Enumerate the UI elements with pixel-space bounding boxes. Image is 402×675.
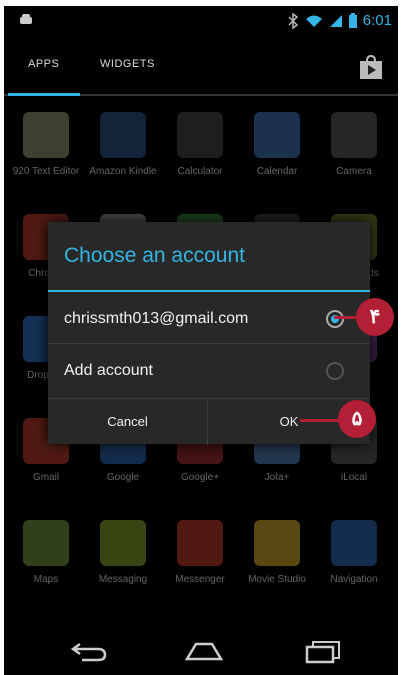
choose-account-dialog: Choose an account chrissmth013@gmail.com… bbox=[48, 222, 370, 445]
app-icon bbox=[331, 112, 377, 158]
app-icon-item[interactable]: Calculator bbox=[164, 112, 236, 178]
app-icon bbox=[177, 112, 223, 158]
app-icon-item[interactable]: Maps bbox=[10, 520, 82, 586]
dialog-title: Choose an account bbox=[64, 244, 245, 267]
app-icon-item[interactable]: Messenger bbox=[164, 520, 236, 586]
app-icon-item[interactable]: Camera bbox=[318, 112, 390, 178]
battery-icon bbox=[348, 13, 357, 28]
app-label: Maps bbox=[33, 574, 59, 585]
signal-icon bbox=[329, 14, 342, 27]
app-label: iLocal bbox=[340, 472, 368, 483]
app-icon bbox=[100, 112, 146, 158]
callout-badge-second: ۵ bbox=[338, 400, 376, 438]
bluetooth-icon bbox=[288, 12, 298, 29]
app-label: Google bbox=[106, 472, 140, 483]
app-icon bbox=[254, 520, 300, 566]
app-icon bbox=[23, 520, 69, 566]
app-drawer-tabs: APPS WIDGETS bbox=[4, 44, 398, 96]
title-divider bbox=[48, 290, 370, 292]
clock: 6:01 bbox=[362, 12, 392, 29]
app-label: Messenger bbox=[175, 574, 225, 585]
app-icon bbox=[177, 520, 223, 566]
navigation-bar bbox=[4, 628, 398, 675]
tab-indicator bbox=[8, 93, 80, 96]
account-option-gmail[interactable]: chrissmth013@gmail.com bbox=[48, 294, 370, 344]
app-label: Camera bbox=[336, 166, 372, 177]
back-icon[interactable] bbox=[70, 640, 108, 662]
app-label: Movie Studio bbox=[248, 574, 306, 585]
app-icon bbox=[254, 112, 300, 158]
recent-apps-icon[interactable] bbox=[304, 640, 342, 664]
app-icon-item[interactable]: Amazon Kindle bbox=[87, 112, 159, 178]
android-debug-icon bbox=[20, 14, 32, 24]
radio-unselected[interactable] bbox=[326, 362, 344, 380]
app-label: Calendar bbox=[256, 166, 298, 177]
radio-selected[interactable] bbox=[326, 310, 344, 328]
app-icon bbox=[23, 112, 69, 158]
callout-pointer bbox=[300, 419, 340, 422]
app-label: Calculator bbox=[177, 166, 223, 177]
play-store-icon[interactable] bbox=[358, 54, 384, 80]
app-icon-item[interactable]: Navigation bbox=[318, 520, 390, 586]
app-icon-item[interactable]: 920 Text Editor bbox=[10, 112, 82, 178]
app-icon bbox=[100, 520, 146, 566]
wifi-icon bbox=[305, 15, 322, 27]
callout-badge-first: ۴ bbox=[356, 298, 394, 336]
app-label: Messaging bbox=[98, 574, 148, 585]
app-label: 920 Text Editor bbox=[12, 166, 80, 177]
home-icon[interactable] bbox=[184, 640, 224, 662]
app-icon-item[interactable]: Calendar bbox=[241, 112, 313, 178]
app-label: Navigation bbox=[330, 574, 378, 585]
cancel-button[interactable]: Cancel bbox=[48, 399, 208, 445]
add-account-option[interactable]: Add account bbox=[48, 346, 370, 396]
app-icon-item[interactable]: Movie Studio bbox=[241, 520, 313, 586]
status-bar: 6:01 bbox=[4, 6, 398, 36]
phone-screen: 6:01 APPS WIDGETS 920 Text Editor Amazon … bbox=[4, 6, 398, 675]
tab-apps[interactable]: APPS bbox=[28, 58, 59, 70]
account-email: chrissmth013@gmail.com bbox=[64, 310, 249, 327]
app-label: Jota+ bbox=[264, 472, 290, 483]
tab-widgets[interactable]: WIDGETS bbox=[100, 58, 155, 70]
add-account-label: Add account bbox=[64, 362, 153, 379]
app-label: Google+ bbox=[180, 472, 220, 483]
app-label: Amazon Kindle bbox=[89, 166, 157, 177]
app-icon-item[interactable]: Messaging bbox=[87, 520, 159, 586]
app-icon bbox=[331, 520, 377, 566]
app-label: Gmail bbox=[32, 472, 60, 483]
